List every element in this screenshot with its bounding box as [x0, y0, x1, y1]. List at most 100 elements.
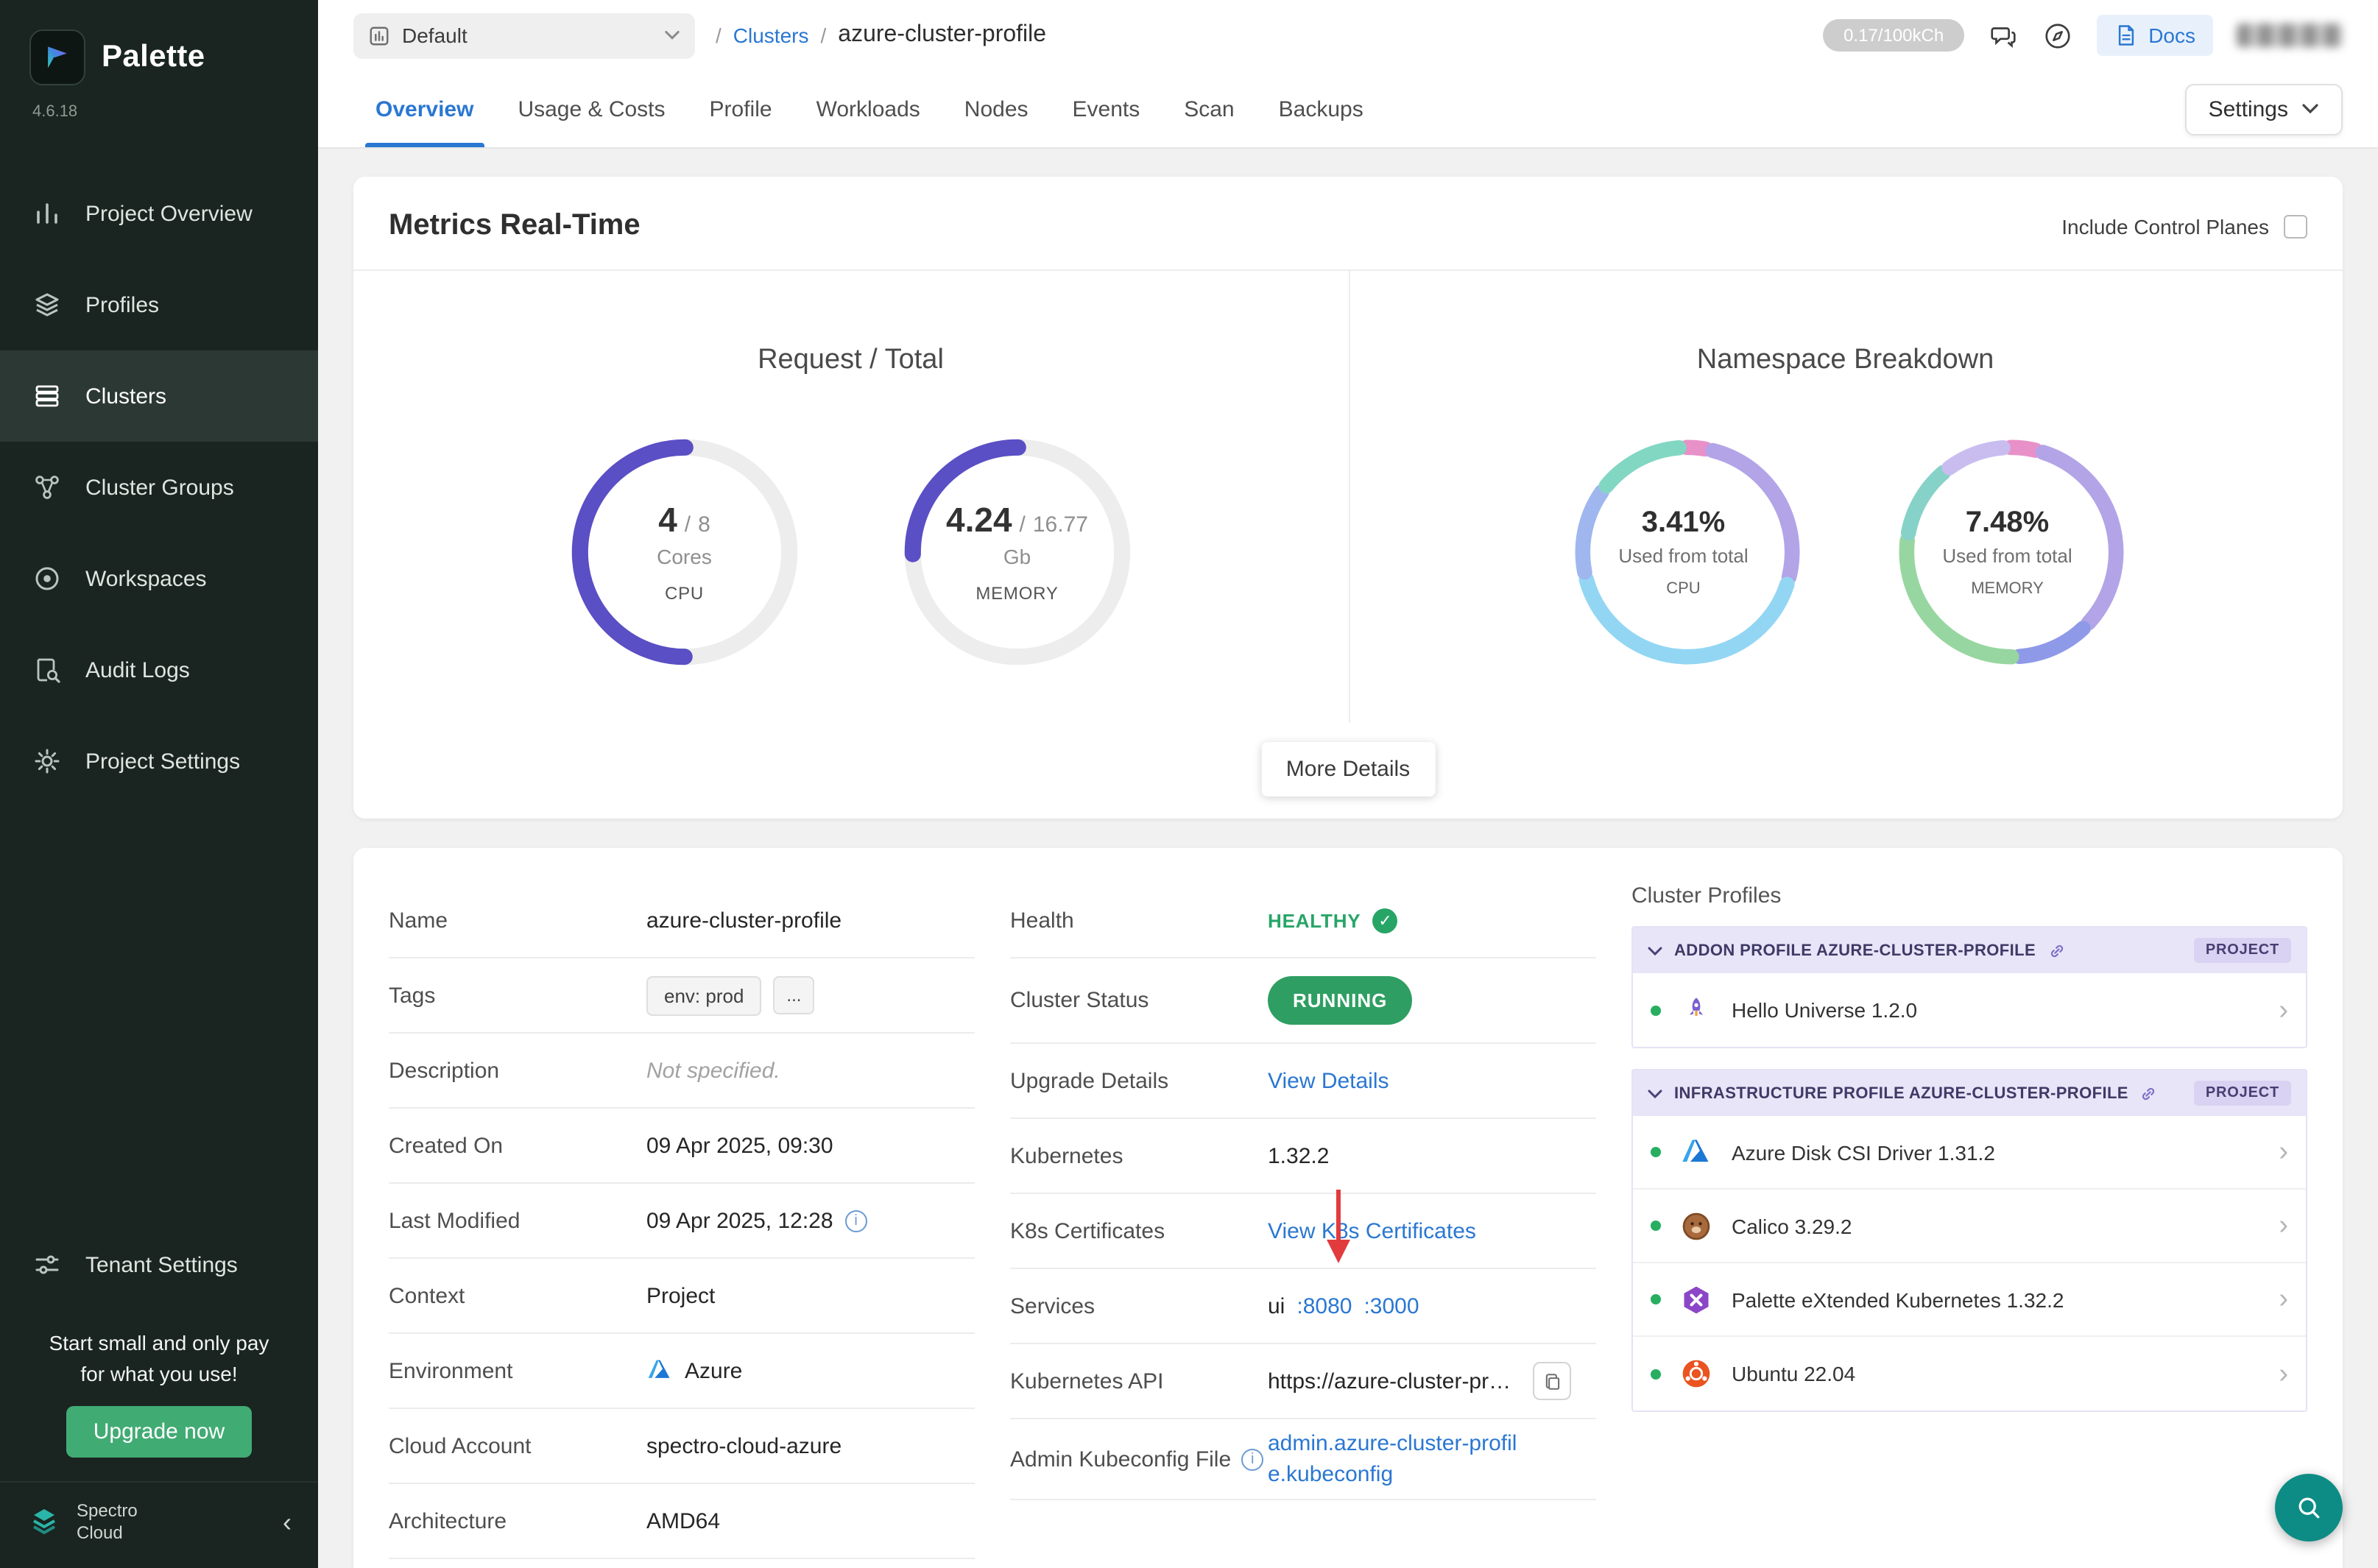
cluster-profiles-panel: Cluster Profiles ADDON PROFILE AZURE-CLU…: [1631, 883, 2307, 1559]
field-label: Last Modified: [389, 1208, 646, 1233]
tab-workloads[interactable]: Workloads: [794, 71, 942, 147]
namespace-cpu-label: CPU: [1666, 580, 1700, 598]
tab-scan[interactable]: Scan: [1162, 71, 1256, 147]
memory-used-value: 4.24: [946, 501, 1012, 540]
cluster-profiles-title: Cluster Profiles: [1631, 883, 2307, 908]
profile-layer-palette-xk[interactable]: Palette eXtended Kubernetes 1.32.2: [1633, 1263, 2306, 1337]
cluster-groups-icon: [32, 473, 65, 502]
more-details-button[interactable]: More Details: [1261, 742, 1435, 797]
upgrade-now-button[interactable]: Upgrade now: [67, 1406, 251, 1458]
sidebar-item-label: Project Overview: [85, 201, 253, 226]
sidebar-item-clusters[interactable]: Clusters: [0, 350, 318, 442]
field-label: Name: [389, 908, 646, 933]
user-name-redacted[interactable]: [2237, 24, 2343, 47]
field-label: Context: [389, 1283, 646, 1308]
profiles-icon: [32, 290, 65, 319]
profile-layer-ubuntu[interactable]: Ubuntu 22.04: [1633, 1337, 2306, 1410]
check-icon: [1372, 908, 1397, 933]
app-logo: Palette: [0, 0, 318, 91]
sidebar-menu: Project Overview Profiles Clusters Clust…: [0, 168, 318, 807]
chat-icon[interactable]: [1988, 20, 2019, 51]
info-icon[interactable]: [1241, 1448, 1263, 1470]
sidebar-item-project-overview[interactable]: Project Overview: [0, 168, 318, 259]
profile-layer-azure-disk-csi[interactable]: Azure Disk CSI Driver 1.31.2: [1633, 1116, 2306, 1190]
tab-bar: Overview Usage & Costs Profile Workloads…: [318, 71, 2378, 147]
metrics-title: Metrics Real-Time: [389, 209, 641, 243]
detail-row-kubernetes: Kubernetes 1.32.2: [1010, 1119, 1596, 1194]
field-label: Tags: [389, 983, 646, 1008]
tag-overflow-chip[interactable]: ...: [773, 976, 814, 1014]
tab-backups[interactable]: Backups: [1257, 71, 1386, 147]
field-label: Description: [389, 1058, 646, 1083]
details-column-left: Name azure-cluster-profile Tags env: pro…: [389, 883, 975, 1559]
field-label: Kubernetes API: [1010, 1369, 1268, 1394]
palette-xk-icon: [1677, 1280, 1715, 1318]
detail-row-kubernetes-api: Kubernetes API https://azure-cluster-pro…: [1010, 1344, 1596, 1419]
chevron-down-icon: [1648, 1089, 1662, 1098]
breadcrumb-separator: /: [821, 24, 827, 47]
sidebar-item-workspaces[interactable]: Workspaces: [0, 533, 318, 624]
detail-row-k8s-certificates: K8s Certificates View K8s Certificates: [1010, 1194, 1596, 1269]
namespace-memory-donut: 7.48% Used from total MEMORY: [1896, 436, 2120, 668]
sidebar-item-project-settings[interactable]: Project Settings: [0, 716, 318, 807]
chevron-right-icon: [2279, 1212, 2288, 1240]
profile-layer-hello-universe[interactable]: Hello Universe 1.2.0: [1633, 973, 2306, 1047]
status-dot-green: [1651, 1294, 1661, 1304]
project-selector[interactable]: Default: [353, 13, 695, 58]
include-control-planes-checkbox[interactable]: [2284, 214, 2307, 238]
spectro-cloud-logo-icon: [27, 1505, 62, 1540]
project-scope-badge: PROJECT: [2194, 938, 2291, 963]
infrastructure-profile-header[interactable]: INFRASTRUCTURE PROFILE AZURE-CLUSTER-PRO…: [1633, 1070, 2306, 1116]
tab-events[interactable]: Events: [1051, 71, 1162, 147]
tab-nodes[interactable]: Nodes: [942, 71, 1051, 147]
tab-profile[interactable]: Profile: [688, 71, 794, 147]
chevron-down-icon: [1648, 946, 1662, 955]
service-name: ui: [1268, 1293, 1285, 1318]
cpu-gauge: 4 / 8 Cores CPU: [568, 436, 801, 668]
sidebar-item-tenant-settings[interactable]: Tenant Settings: [0, 1220, 318, 1311]
memory-total-value: 16.77: [1033, 512, 1088, 537]
sidebar-item-profiles[interactable]: Profiles: [0, 259, 318, 350]
tab-overview[interactable]: Overview: [353, 71, 495, 147]
profile-layer-name: Azure Disk CSI Driver 1.31.2: [1732, 1140, 1995, 1164]
detail-row-tags: Tags env: prod ...: [389, 958, 975, 1034]
memory-gauge-label: MEMORY: [975, 583, 1058, 604]
support-compass-icon[interactable]: [2042, 20, 2073, 51]
metrics-card: Metrics Real-Time Include Control Planes…: [353, 177, 2343, 819]
search-fab-button[interactable]: [2275, 1474, 2343, 1541]
namespace-cpu-donut: 3.41% Used from total CPU: [1572, 436, 1796, 668]
detail-row-health: Health HEALTHY: [1010, 883, 1596, 958]
memory-gauge: 4.24 / 16.77 Gb MEMORY: [901, 436, 1134, 668]
detail-row-cluster-status: Cluster Status RUNNING: [1010, 958, 1596, 1044]
namespace-cpu-caption: Used from total: [1618, 545, 1748, 567]
app-title: Palette: [102, 40, 205, 75]
profile-layer-name: Hello Universe 1.2.0: [1732, 998, 1917, 1022]
collapse-sidebar-icon[interactable]: [283, 1507, 292, 1538]
profile-layer-calico[interactable]: Calico 3.29.2: [1633, 1190, 2306, 1263]
addon-profile-header[interactable]: ADDON PROFILE AZURE-CLUSTER-PROFILE PROJ…: [1633, 928, 2306, 973]
service-port-8080-link[interactable]: :8080: [1296, 1293, 1352, 1318]
sidebar-item-label: Cluster Groups: [85, 475, 234, 500]
info-icon[interactable]: [845, 1209, 867, 1232]
status-dot-green: [1651, 1369, 1661, 1379]
tab-usage-costs[interactable]: Usage & Costs: [495, 71, 687, 147]
chevron-right-icon: [2279, 1360, 2288, 1388]
service-port-3000-link[interactable]: :3000: [1363, 1293, 1419, 1318]
settings-button[interactable]: Settings: [2185, 83, 2343, 135]
view-details-link[interactable]: View Details: [1268, 1068, 1389, 1093]
link-icon: [2047, 942, 2065, 959]
health-status: HEALTHY: [1268, 909, 1361, 931]
copy-button[interactable]: [1533, 1362, 1571, 1400]
kubeconfig-file-link[interactable]: admin.azure-cluster-profile.kubeconfig: [1268, 1428, 1521, 1490]
breadcrumb-clusters-link[interactable]: Clusters: [733, 24, 809, 47]
details-column-middle: Health HEALTHY Cluster Status RUNNING: [1010, 883, 1596, 1559]
docs-button[interactable]: Docs: [2097, 15, 2213, 56]
field-label: K8s Certificates: [1010, 1218, 1268, 1243]
profile-layer-name: Palette eXtended Kubernetes 1.32.2: [1732, 1288, 2064, 1311]
view-k8s-certificates-link[interactable]: View K8s Certificates: [1268, 1218, 1476, 1243]
kubernetes-api-url: https://azure-cluster-profile...: [1268, 1369, 1521, 1394]
gear-icon: [32, 746, 65, 776]
sidebar-item-cluster-groups[interactable]: Cluster Groups: [0, 442, 318, 533]
sidebar-item-audit-logs[interactable]: Audit Logs: [0, 624, 318, 716]
memory-unit: Gb: [1003, 545, 1031, 568]
